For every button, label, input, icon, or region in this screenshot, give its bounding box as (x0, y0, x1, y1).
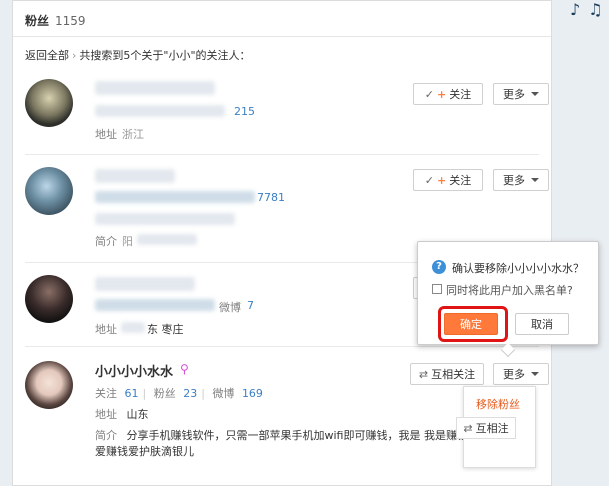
dialog-question: 确认要移除小小小小水水？ (452, 262, 584, 275)
user-name[interactable]: 小小小小水水 (95, 361, 173, 380)
location-value: 山东 (126, 408, 149, 421)
mutual-follow-button[interactable]: ⇄ 互相关注 (410, 363, 484, 385)
plus-icon: + (437, 87, 447, 101)
avatar[interactable] (25, 167, 73, 215)
weibo-label: 微博 (212, 387, 235, 400)
avatar[interactable] (25, 361, 73, 409)
location-label: 地址 (95, 323, 117, 336)
check-icon: ✓ (424, 173, 434, 187)
divider: | (142, 387, 147, 400)
intro-label: 简介 (95, 429, 117, 442)
back-all-link[interactable]: 返回全部 (25, 49, 69, 62)
blurred-stats (95, 299, 215, 311)
search-match-icon: ⚲ (180, 362, 189, 376)
fans-label: 粉丝 (153, 387, 176, 400)
divider: | (201, 387, 205, 400)
mutual-arrows-icon: ⇄ (463, 421, 473, 435)
cancel-button[interactable]: 取消 (515, 313, 569, 335)
remove-fan-dialog: ? 确认要移除小小小小水水？ 同时将此用户加入黑名单? 确定 取消 (417, 241, 599, 358)
search-result-text: 共搜索到5个关于"小小"的关注人： (79, 49, 251, 62)
location-value: 浙江 (122, 128, 144, 141)
weibo-count[interactable]: 7781 (257, 191, 285, 204)
blurred-location (95, 213, 235, 225)
chevron-down-icon (531, 178, 539, 182)
check-icon: ✓ (424, 87, 434, 101)
blurred-intro (137, 234, 197, 245)
chevron-down-icon (531, 372, 539, 376)
blurred-name (95, 169, 175, 183)
more-button[interactable]: 更多 (493, 169, 549, 191)
location-label: 地址 (95, 408, 117, 421)
confirm-button[interactable]: 确定 (444, 313, 498, 335)
fans-count: 1159 (55, 14, 86, 28)
avatar[interactable] (25, 79, 73, 127)
follow-button[interactable]: ✓ + 关注 (413, 169, 483, 191)
more-label: 更多 (503, 368, 525, 381)
avatar[interactable] (25, 275, 73, 323)
weibo-count[interactable]: 7 (247, 299, 254, 312)
follow-label: 关注 (449, 174, 472, 187)
fan-row: 215 地址 浙江 ✓ + 关注 更多 (25, 65, 549, 155)
weibo-label: 微博 (219, 301, 241, 314)
mutual-item-label: 互相注 (475, 422, 509, 435)
more-label: 更多 (503, 174, 525, 187)
chevron-down-icon (531, 92, 539, 96)
more-dropdown-menu: 移除粉丝 ⇄ 互相注 (456, 386, 536, 468)
blurred-stats (95, 105, 225, 117)
music-notes-decoration: ♪ ♫ (570, 0, 603, 19)
breadcrumb: 返回全部 › 共搜索到5个关于"小小"的关注人： (25, 47, 251, 63)
user-stats: 关注 61 | 粉丝 23 | 微博 169 (95, 385, 263, 401)
more-label: 更多 (503, 88, 525, 101)
follow-count[interactable]: 61 (125, 387, 139, 400)
blurred-name (95, 81, 215, 95)
breadcrumb-separator: › (72, 49, 77, 62)
remove-fan-item[interactable]: 移除粉丝 (476, 396, 520, 412)
question-icon: ? (432, 260, 446, 274)
weibo-count[interactable]: 215 (234, 105, 255, 118)
weibo-count[interactable]: 169 (242, 387, 263, 400)
intro-value: 分享手机赚钱软件，只需一部苹果手机加wifi即可赚钱，我是 我是赚钱 (126, 429, 468, 442)
panel-header: 粉丝 1159 (13, 1, 551, 37)
follow-label: 关注 (449, 88, 472, 101)
blacklist-checkbox-label: 同时将此用户加入黑名单? (446, 284, 573, 297)
intro-value-line2: 爱赚钱爱护肤滴银儿 (95, 445, 194, 458)
follow-button[interactable]: ✓ + 关注 (413, 83, 483, 105)
user-intro: 简介 分享手机赚钱软件，只需一部苹果手机加wifi即可赚钱，我是 我是赚钱 (95, 427, 468, 443)
follow-label: 关注 (95, 387, 117, 400)
intro-label: 简介 (95, 235, 117, 248)
mutual-item[interactable]: ⇄ 互相注 (456, 417, 516, 439)
fan-row: 小小小小水水 ⚲ 关注 61 | 粉丝 23 | 微博 169 地址 山东 简介 分… (25, 347, 549, 477)
blacklist-checkbox[interactable] (432, 284, 442, 294)
blurred-stats (95, 191, 255, 203)
mutual-arrows-icon: ⇄ (418, 367, 429, 381)
mutual-label: 互相关注 (431, 368, 476, 381)
blurred-location (121, 322, 145, 333)
more-button[interactable]: 更多 (493, 363, 549, 385)
intro-value: 阳 (122, 235, 133, 248)
more-button[interactable]: 更多 (493, 83, 549, 105)
panel-title: 粉丝 (25, 14, 50, 28)
blurred-name (95, 277, 195, 291)
location-label: 地址 (95, 128, 117, 141)
location-value: 东 枣庄 (147, 323, 184, 336)
plus-icon: + (437, 173, 447, 187)
user-location: 地址 山东 (95, 406, 149, 422)
fans-count[interactable]: 23 (183, 387, 197, 400)
